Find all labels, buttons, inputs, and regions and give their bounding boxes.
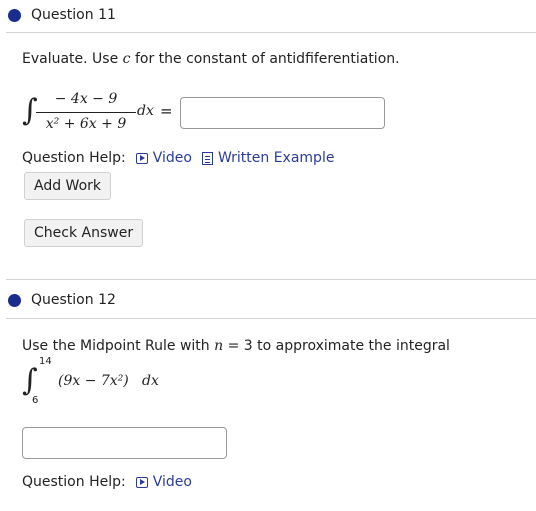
answer-input[interactable] [22, 427, 227, 459]
check-answer-button[interactable]: Check Answer [24, 219, 144, 247]
question-help: Question Help: Video [22, 474, 202, 490]
integral-sign: ∫ [22, 93, 38, 128]
upper-limit: 14 [39, 356, 52, 367]
question-title: Question 12 [31, 292, 116, 308]
fraction-numerator: − 4x − 9 [54, 91, 118, 107]
question-help-label: Question Help: [22, 150, 126, 166]
question-help: Question Help: Video Written Example [22, 150, 344, 166]
question-prompt: Use the Midpoint Rule with n = 3 to appr… [22, 338, 450, 354]
fraction-bar [36, 112, 136, 113]
video-link[interactable]: Video [135, 150, 192, 166]
differential: dx [142, 373, 159, 389]
divider [6, 279, 536, 280]
answer-input[interactable] [180, 97, 385, 129]
video-icon [135, 476, 148, 488]
integral-sign: ∫ [22, 363, 38, 398]
fraction-denominator: x² + 6x + 9 [45, 116, 127, 132]
question-status-bullet [8, 8, 21, 22]
written-example-link[interactable]: Written Example [201, 150, 334, 166]
differential: dx [137, 103, 154, 119]
question-prompt: Evaluate. Use c for the constant of anti… [22, 51, 400, 67]
document-icon [201, 151, 213, 165]
lower-limit: 6 [32, 395, 39, 406]
video-icon [135, 152, 148, 164]
question-status-bullet [8, 293, 21, 307]
equals-sign: = [160, 102, 173, 120]
divider [6, 32, 536, 33]
divider [6, 318, 536, 319]
integrand: (9x − 7x²) [58, 373, 129, 389]
video-link[interactable]: Video [135, 474, 192, 490]
question-12-header: Question 12 [0, 290, 536, 310]
question-title: Question 11 [31, 7, 116, 23]
question-11-header: Question 11 [0, 5, 536, 25]
question-help-label: Question Help: [22, 474, 126, 490]
add-work-button[interactable]: Add Work [24, 172, 112, 200]
